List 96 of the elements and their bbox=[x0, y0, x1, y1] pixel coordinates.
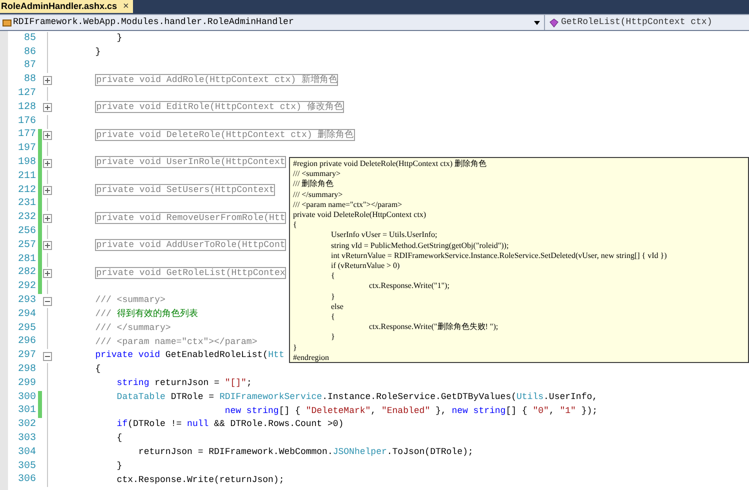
line-number: 301 bbox=[16, 406, 36, 416]
tooltip-code-line: { bbox=[330, 271, 335, 282]
tooltip-code-line: { bbox=[293, 220, 297, 230]
code-line: new string[] { "DeleteMark", "Enabled" }, new string[] { "0", "1" }); bbox=[224, 406, 598, 416]
expand-icon[interactable] bbox=[42, 76, 52, 85]
tooltip-code-line: } bbox=[330, 292, 335, 302]
line-number: 257 bbox=[16, 240, 36, 251]
expand-icon[interactable] bbox=[42, 130, 52, 140]
line-number: 281 bbox=[16, 254, 36, 265]
line-number: 211 bbox=[16, 172, 36, 182]
code-line: returnJson = RDIFramework.WebCommon.JSONhelper.ToJson(DTRole); bbox=[137, 447, 474, 458]
document-tab[interactable]: RoleAdminHandler.ashx.cs × bbox=[0, 0, 133, 13]
tab-title: RoleAdminHandler.ashx.cs bbox=[1, 2, 118, 11]
expand-icon[interactable] bbox=[42, 268, 52, 278]
tooltip-code-line: #region private void DeleteRole(HttpContext ctx) 删除角色 bbox=[293, 159, 487, 170]
line-number: 300 bbox=[16, 392, 36, 403]
line-number: 232 bbox=[16, 213, 36, 224]
collapsed-region[interactable]: private void RemoveUserFromRole(Htt bbox=[95, 212, 286, 224]
expand-icon[interactable] bbox=[42, 158, 52, 168]
code-line: } bbox=[116, 33, 122, 44]
code-line: DataTable DTRole = RDIFrameworkService.Instance.RoleService.GetDTByValues(Utils.UserInfo, bbox=[116, 392, 598, 402]
line-number: 298 bbox=[16, 365, 36, 376]
collapse-icon[interactable] bbox=[42, 296, 52, 306]
expand-icon[interactable] bbox=[42, 103, 52, 112]
code-line: } bbox=[94, 46, 101, 57]
line-number: 296 bbox=[16, 337, 36, 348]
line-number: 303 bbox=[16, 434, 36, 444]
code-line: string returnJson = "[]"; bbox=[116, 378, 252, 388]
line-number: 231 bbox=[16, 199, 36, 210]
code-line: ctx.Response.Write(returnJson); bbox=[116, 474, 284, 485]
tooltip-code-line: /// </summary> bbox=[293, 190, 343, 200]
code-line: private void GetEnabledRoleList(Htt bbox=[94, 350, 284, 360]
line-number: 295 bbox=[16, 324, 36, 334]
line-number: 294 bbox=[16, 310, 36, 320]
tooltip-code-line: } bbox=[293, 342, 297, 353]
tooltip-code-line: /// <summary> bbox=[293, 169, 340, 180]
line-number: 197 bbox=[16, 144, 36, 154]
tooltip-code-line: /// <param name="ctx"></param> bbox=[293, 200, 402, 210]
tooltip-code-line: string vId = PublicMethod.GetString(getObj("roleid")); bbox=[330, 240, 509, 251]
line-number: 86 bbox=[22, 48, 36, 58]
tooltip-code-line: /// 删除角色 bbox=[293, 179, 334, 190]
line-number: 292 bbox=[16, 282, 36, 292]
expand-icon[interactable] bbox=[42, 241, 52, 250]
line-number: 198 bbox=[16, 158, 36, 168]
member-dropdown[interactable]: GetRoleList(HttpContext ctx) bbox=[545, 15, 749, 30]
expand-icon[interactable] bbox=[42, 214, 52, 223]
collapsed-region[interactable]: private void GetRoleList(HttpContex bbox=[95, 266, 286, 279]
line-number: 293 bbox=[16, 296, 36, 306]
line-number: 177 bbox=[16, 130, 36, 140]
line-number: 85 bbox=[22, 34, 36, 44]
collapsed-region[interactable]: private void UserInRole(HttpContext bbox=[95, 156, 286, 168]
collapsed-region[interactable]: private void SetUsers(HttpContext bbox=[95, 184, 276, 196]
line-number: 306 bbox=[16, 475, 36, 486]
tooltip-code-line: ctx.Response.Write("删除角色失败! "); bbox=[368, 322, 498, 332]
tooltip-code-line: private void DeleteRole(HttpContext ctx) bbox=[293, 210, 426, 220]
code-line: /// </summary> bbox=[94, 322, 171, 333]
tab-close-button[interactable]: × bbox=[123, 2, 129, 12]
line-number: 282 bbox=[16, 268, 36, 278]
tooltip-code-line: { bbox=[330, 312, 335, 322]
tooltip-code-line: UserInfo vUser = Utils.UserInfo; bbox=[330, 230, 438, 241]
collapsed-region[interactable]: private void EditRole(HttpContext ctx) 修改角色 bbox=[95, 101, 344, 114]
collapsed-region[interactable]: private void AddUserToRole(HttpCont bbox=[95, 239, 286, 252]
tooltip-code-line: else bbox=[330, 302, 344, 312]
collapsed-region[interactable]: private void DeleteRole(HttpContext ctx) 删除角色 bbox=[95, 128, 355, 141]
method-icon bbox=[549, 18, 559, 28]
line-number: 176 bbox=[16, 116, 36, 127]
line-number: 302 bbox=[16, 420, 36, 430]
line-number: 304 bbox=[16, 448, 36, 458]
code-line: if(DTRole != null && DTRole.Rows.Count >0) bbox=[116, 419, 344, 430]
class-icon bbox=[2, 18, 12, 28]
line-number: 256 bbox=[16, 227, 36, 238]
line-number: 128 bbox=[16, 102, 36, 113]
tooltip-code-line: if (vReturnValue > 0) bbox=[330, 261, 400, 272]
tooltip-code-line: #endregion bbox=[293, 352, 329, 364]
code-line: /// <param name="ctx"></param> bbox=[94, 336, 258, 347]
class-name: RDIFramework.WebApp.Modules.handler.RoleAdminHandler bbox=[13, 16, 295, 29]
line-number: 88 bbox=[22, 75, 36, 86]
class-dropdown[interactable]: RDIFramework.WebApp.Modules.handler.RoleAdminHandler bbox=[0, 15, 545, 30]
tooltip-code-line: int vReturnValue = RDIFrameworkService.Instance.RoleService.SetDeleted(vUser, new string[] { vId }) bbox=[330, 250, 667, 262]
code-line: { bbox=[116, 433, 122, 444]
line-number: 212 bbox=[16, 186, 36, 196]
code-line: } bbox=[116, 460, 122, 471]
line-number: 127 bbox=[16, 89, 36, 100]
line-number: 87 bbox=[22, 61, 36, 72]
line-number: 297 bbox=[16, 351, 36, 362]
code-line: /// <summary> bbox=[94, 295, 166, 306]
line-number: 305 bbox=[16, 462, 36, 472]
collapse-icon[interactable] bbox=[42, 352, 52, 361]
tooltip-code-line: ctx.Response.Write("1"); bbox=[368, 281, 450, 292]
expand-icon[interactable] bbox=[42, 186, 52, 196]
line-number: 299 bbox=[16, 378, 36, 389]
member-name: GetRoleList(HttpContext ctx) bbox=[561, 16, 712, 29]
tooltip-code-line: } bbox=[330, 332, 335, 343]
dropdown-caret-icon bbox=[534, 20, 540, 24]
code-line: /// 得到有效的角色列表 bbox=[94, 309, 198, 320]
code-line: { bbox=[94, 364, 101, 374]
